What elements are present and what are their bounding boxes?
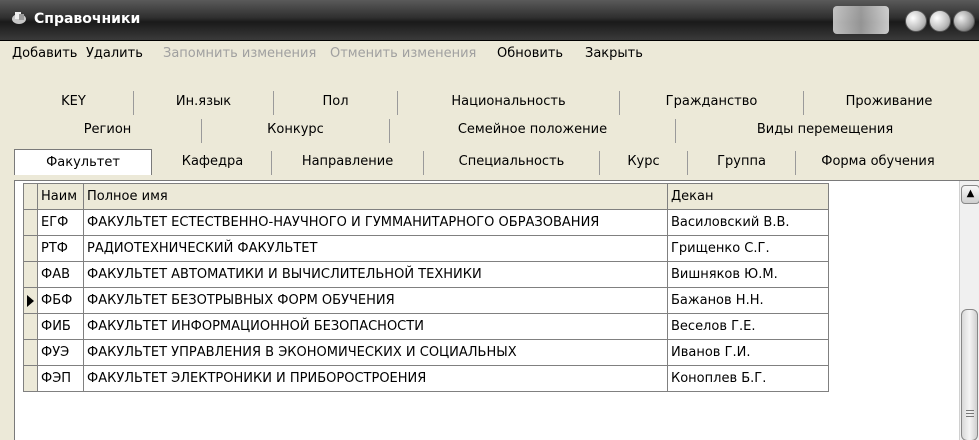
cell-abbr[interactable]: ЕГФ — [37, 209, 84, 236]
tab-contest[interactable]: Конкурс — [202, 119, 390, 143]
menu-cancel-changes[interactable]: Отменить изменения — [330, 46, 476, 61]
table-row[interactable]: ФУЭ ФАКУЛЬТЕТ УПРАВЛЕНИЯ В ЭКОНОМИЧЕСКИХ… — [23, 339, 829, 366]
cell-full-name[interactable]: ФАКУЛЬТЕТ БЕЗОТРЫВНЫХ ФОРМ ОБУЧЕНИЯ — [83, 287, 668, 314]
scrollbar-thumb[interactable] — [961, 309, 978, 440]
cell-abbr[interactable]: ФБФ — [37, 287, 84, 314]
tab-movement-types[interactable]: Виды перемещения — [676, 119, 974, 143]
row-indicator[interactable] — [23, 261, 38, 288]
tab-marital-status[interactable]: Семейное положение — [390, 119, 676, 143]
tab-row-3: Факультет Кафедра Направление Специально… — [14, 149, 974, 175]
menu-bar: Добавить Удалить Запомнить изменения Отм… — [0, 41, 979, 67]
row-indicator[interactable] — [23, 339, 38, 366]
cell-full-name[interactable]: ФАКУЛЬТЕТ УПРАВЛЕНИЯ В ЭКОНОМИЧЕСКИХ И С… — [83, 339, 668, 366]
row-indicator[interactable] — [23, 235, 38, 262]
cell-dean[interactable]: Веселов Г.Е. — [667, 313, 829, 340]
tab-faculty[interactable]: Факультет — [14, 149, 152, 175]
window-controls — [833, 6, 975, 34]
column-header-abbr[interactable]: Наим — [37, 183, 84, 210]
cell-abbr[interactable]: ФЭП — [37, 365, 84, 392]
cell-dean[interactable]: Коноплев Б.Г. — [667, 365, 829, 392]
cell-full-name[interactable]: ФАКУЛЬТЕТ ИНФОРМАЦИОННОЙ БЕЗОПАСНОСТИ — [83, 313, 668, 340]
current-row-arrow-icon — [27, 294, 34, 307]
tab-gender[interactable]: Пол — [274, 91, 398, 115]
tab-residence[interactable]: Проживание — [804, 91, 974, 115]
tab-foreign-language[interactable]: Ин.язык — [134, 91, 274, 115]
cell-dean[interactable]: Вишняков Ю.М. — [667, 261, 829, 288]
window-title: Справочники — [34, 11, 141, 27]
tab-direction[interactable]: Направление — [272, 151, 424, 175]
cell-dean[interactable]: Иванов Г.И. — [667, 339, 829, 366]
tab-specialty[interactable]: Специальность — [424, 151, 600, 175]
grip-icon — [966, 410, 974, 419]
cell-abbr[interactable]: ФАВ — [37, 261, 84, 288]
row-indicator[interactable] — [23, 287, 38, 314]
close-window-button[interactable] — [953, 10, 975, 32]
maximize-button[interactable] — [929, 10, 951, 32]
table-row[interactable]: ЕГФ ФАКУЛЬТЕТ ЕСТЕСТВЕННО-НАУЧНОГО И ГУМ… — [23, 209, 829, 236]
column-header-dean[interactable]: Декан — [667, 183, 829, 210]
table-row[interactable]: РТФ РАДИОТЕХНИЧЕСКИЙ ФАКУЛЬТЕТ Грищенко … — [23, 235, 829, 262]
cell-full-name[interactable]: ФАКУЛЬТЕТ АВТОМАТИКИ И ВЫЧИСЛИТЕЛЬНОЙ ТЕ… — [83, 261, 668, 288]
menu-delete[interactable]: Удалить — [86, 46, 143, 61]
tab-course[interactable]: Курс — [600, 151, 688, 175]
cell-full-name[interactable]: ФАКУЛЬТЕТ ЕСТЕСТВЕННО-НАУЧНОГО И ГУММАНИ… — [83, 209, 668, 236]
cell-full-name[interactable]: РАДИОТЕХНИЧЕСКИЙ ФАКУЛЬТЕТ — [83, 235, 668, 262]
cell-dean[interactable]: Грищенко С.Г. — [667, 235, 829, 262]
scroll-up-button[interactable]: ▲ — [961, 185, 979, 204]
menu-close[interactable]: Закрыть — [585, 46, 643, 61]
faculty-grid-panel: Наим Полное имя Декан ЕГФ ФАКУЛЬТЕТ ЕСТЕ… — [14, 180, 979, 440]
table-row[interactable]: ФАВ ФАКУЛЬТЕТ АВТОМАТИКИ И ВЫЧИСЛИТЕЛЬНО… — [23, 261, 829, 288]
cell-dean[interactable]: Бажанов Н.Н. — [667, 287, 829, 314]
menu-add[interactable]: Добавить — [12, 46, 77, 61]
window-logo-icon — [833, 6, 889, 34]
faculty-grid: Наим Полное имя Декан ЕГФ ФАКУЛЬТЕТ ЕСТЕ… — [23, 183, 829, 392]
menu-save-changes[interactable]: Запомнить изменения — [163, 46, 316, 61]
vertical-scrollbar[interactable]: ▲ — [959, 181, 979, 440]
column-header-full-name[interactable]: Полное имя — [83, 183, 668, 210]
tab-study-form[interactable]: Форма обучения — [796, 151, 960, 175]
row-indicator[interactable] — [23, 365, 38, 392]
menu-refresh[interactable]: Обновить — [497, 46, 563, 61]
table-row[interactable]: ФЭП ФАКУЛЬТЕТ ЭЛЕКТРОНИКИ И ПРИБОРОСТРОЕ… — [23, 365, 829, 392]
table-row[interactable]: ФИБ ФАКУЛЬТЕТ ИНФОРМАЦИОННОЙ БЕЗОПАСНОСТ… — [23, 313, 829, 340]
cell-abbr[interactable]: ФИБ — [37, 313, 84, 340]
tab-citizenship[interactable]: Гражданство — [620, 91, 804, 115]
table-row-current[interactable]: ФБФ ФАКУЛЬТЕТ БЕЗОТРЫВНЫХ ФОРМ ОБУЧЕНИЯ … — [23, 287, 829, 314]
tab-nationality[interactable]: Национальность — [398, 91, 620, 115]
row-indicator[interactable] — [23, 313, 38, 340]
references-window: Справочники Добавить Удалить Запомнить и… — [0, 0, 979, 440]
cell-dean[interactable]: Василовский В.В. — [667, 209, 829, 236]
cell-full-name[interactable]: ФАКУЛЬТЕТ ЭЛЕКТРОНИКИ И ПРИБОРОСТРОЕНИЯ — [83, 365, 668, 392]
tab-region[interactable]: Регион — [14, 119, 202, 143]
tab-group[interactable]: Группа — [688, 151, 796, 175]
grid-header-row: Наим Полное имя Декан — [23, 183, 829, 210]
tab-row-1: KEY Ин.язык Пол Национальность Гражданст… — [14, 91, 974, 115]
cell-abbr[interactable]: ФУЭ — [37, 339, 84, 366]
app-icon — [12, 12, 26, 24]
title-bar[interactable]: Справочники — [0, 0, 979, 41]
tab-row-2: Регион Конкурс Семейное положение Виды п… — [14, 119, 974, 143]
row-indicator[interactable] — [23, 209, 38, 236]
chevron-up-icon: ▲ — [966, 188, 975, 199]
tab-department[interactable]: Кафедра — [154, 151, 272, 175]
cell-abbr[interactable]: РТФ — [37, 235, 84, 262]
minimize-button[interactable] — [905, 10, 927, 32]
tab-key[interactable]: KEY — [14, 91, 134, 115]
row-indicator-header — [23, 183, 38, 210]
